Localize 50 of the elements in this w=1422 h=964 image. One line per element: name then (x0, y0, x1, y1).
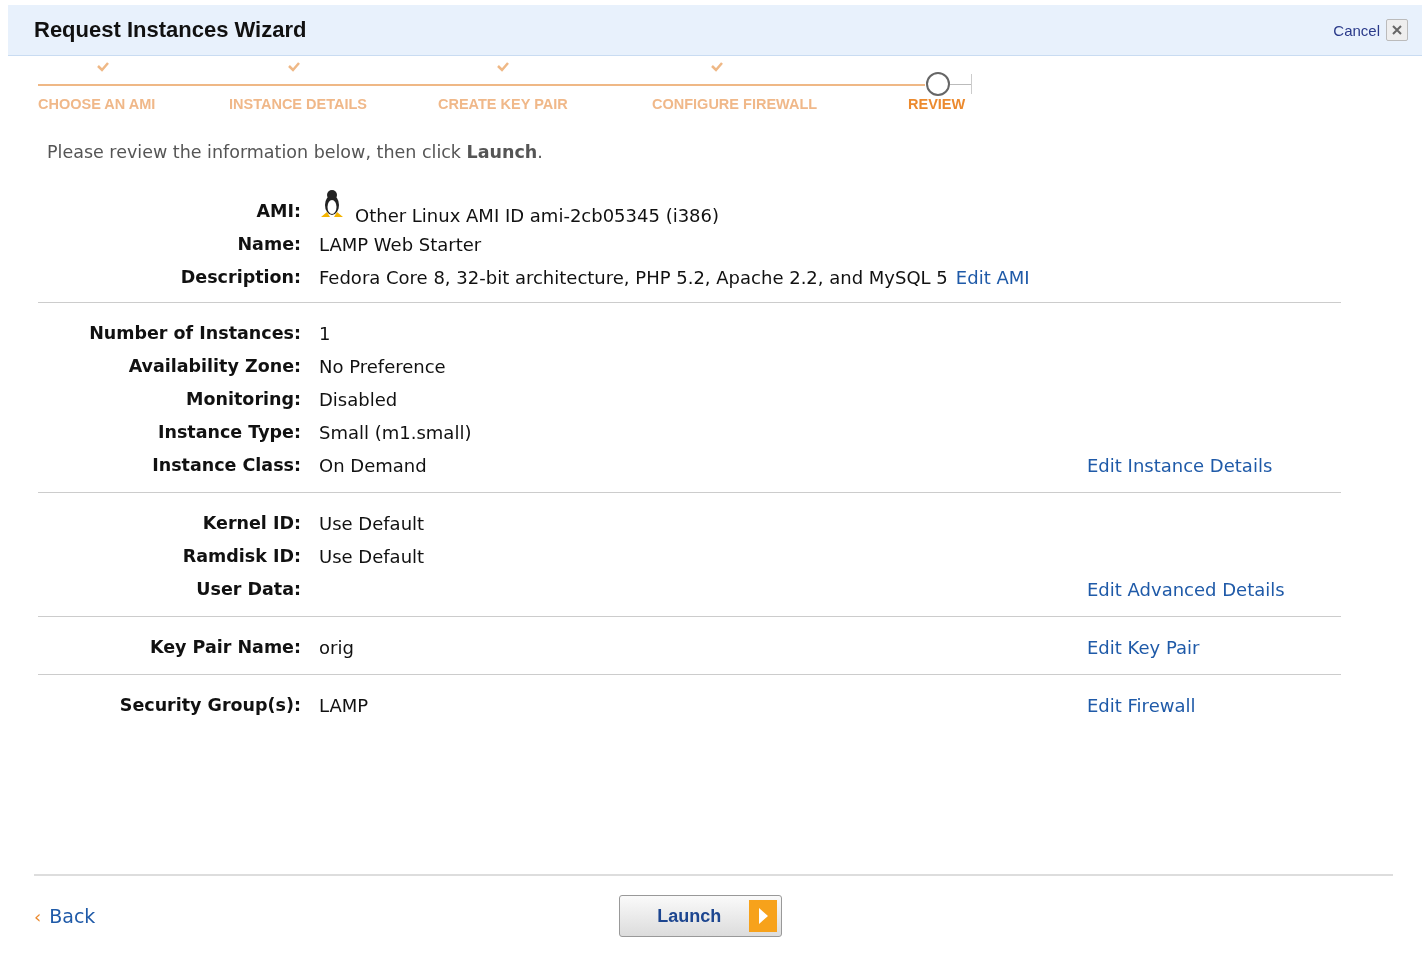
current-step-icon (925, 71, 951, 97)
edit-link[interactable]: Edit AMI (955, 267, 1030, 292)
edit-link[interactable]: Edit Instance Details (1087, 455, 1273, 476)
step-label: CHOOSE AN AMI (38, 96, 157, 112)
back-link[interactable]: Back (49, 905, 620, 927)
check-icon (97, 62, 109, 72)
field-value: Disabled (319, 389, 398, 412)
edit-link[interactable]: Edit Firewall (1087, 695, 1196, 716)
field-label: Monitoring: (185, 389, 301, 411)
field-value: 1 (319, 323, 331, 346)
field-value: On Demand (319, 455, 427, 478)
edit-link[interactable]: Edit Advanced Details (1087, 579, 1285, 600)
intro-text: Please review the information below, then click Launch. (47, 142, 544, 162)
field-value: orig (319, 637, 354, 660)
field-value: LAMP Web Starter (319, 234, 482, 257)
step-label: CONFIGURE FIREWALL (652, 96, 819, 112)
field-label: Availability Zone: (127, 356, 301, 378)
field-value: LAMP (319, 695, 369, 718)
field-label: Number of Instances: (88, 323, 301, 345)
check-icon (711, 62, 723, 72)
field-label: Name: (236, 234, 301, 256)
launch-button[interactable]: Launch (619, 895, 783, 937)
window-title: Request Instances Wizard (34, 17, 308, 43)
back-caret: ‹ (34, 905, 42, 927)
field-value: Fedora Core 8, 32-bit architecture, PHP 5.2, Apache 2.2, and MySQL 5 (319, 267, 948, 290)
field-value: Use Default (319, 546, 425, 569)
field-label: Key Pair Name: (148, 637, 301, 659)
step-label: CREATE KEY PAIR (438, 96, 569, 112)
field-label: Instance Type: (156, 422, 301, 444)
field-value: Small (m1.small) (319, 422, 472, 445)
penguin-icon (319, 188, 345, 220)
field-label: Security Group(s): (118, 695, 301, 717)
step-label: REVIEW (908, 96, 967, 112)
field-label: Description: (179, 267, 301, 289)
play-icon (749, 900, 778, 932)
field-label: Kernel ID: (201, 513, 301, 535)
field-value: No Preference (319, 356, 446, 379)
field-value: Other Linux AMI ID ami-2cb05345 (i386) (355, 205, 720, 226)
field-label: User Data: (195, 579, 301, 601)
field-value: Use Default (319, 513, 425, 536)
field-label: Instance Class: (151, 455, 301, 477)
close-icon (1392, 25, 1402, 35)
check-icon (497, 62, 509, 72)
field-label: AMI: (255, 201, 301, 223)
cancel-link[interactable]: Cancel (1333, 21, 1380, 39)
check-icon (288, 62, 300, 72)
edit-link[interactable]: Edit Key Pair (1087, 637, 1200, 658)
close-button[interactable] (1386, 19, 1408, 41)
field-label: Ramdisk ID: (181, 546, 301, 568)
step-label: INSTANCE DETAILS (229, 96, 369, 112)
